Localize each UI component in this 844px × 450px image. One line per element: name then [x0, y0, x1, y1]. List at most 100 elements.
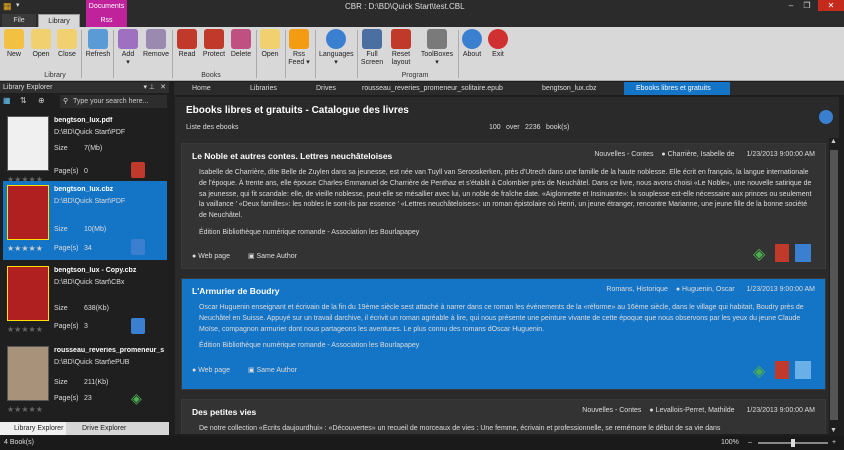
protect-button[interactable]: Protect	[201, 29, 227, 59]
toolboxes-button[interactable]: ToolBoxes ▾	[419, 29, 455, 67]
search-placeholder: Type your search here...	[73, 98, 149, 105]
close-panel-icon[interactable]: ✕	[160, 82, 166, 93]
list-item[interactable]: ★★★★★ rousseau_reveries_promeneur_s... D…	[3, 342, 167, 421]
read-book-icon	[177, 29, 197, 49]
tab-rss[interactable]: Rss	[86, 14, 127, 27]
protect-label: Protect	[202, 51, 226, 58]
separator	[458, 30, 459, 78]
tab-home[interactable]: Home	[180, 82, 238, 95]
book-author[interactable]: Levallois-Perret, Mathilde	[656, 407, 735, 414]
book-description: Oscar Huguenin enseignant et écrivain de…	[199, 303, 814, 352]
rss-icon	[289, 29, 309, 49]
new-button[interactable]: New	[4, 29, 24, 59]
book-card[interactable]: Le Noble et autres contes. Lettres neuch…	[181, 143, 826, 269]
zoom-slider-thumb[interactable]	[791, 439, 795, 447]
protect-book-icon	[204, 29, 224, 49]
list-item[interactable]: ★★★★★ bengtson_lux.cbz D:\BD\Quick Start…	[3, 181, 167, 260]
book-card[interactable]: L'Armurier de Boudry Romans, Historique …	[181, 278, 826, 390]
scroll-down-icon[interactable]: ▼	[830, 427, 837, 434]
folder-book-icon	[260, 29, 280, 49]
list-item[interactable]: ★★★★★ bengtson_lux.pdf D:\BD\Quick Start…	[3, 112, 167, 191]
globe-icon[interactable]	[819, 110, 833, 124]
add-button[interactable]: Add ▾	[117, 29, 139, 67]
item-size: 211(Kb)	[84, 379, 109, 386]
rss-feed-button[interactable]: Rss Feed ▾	[288, 29, 310, 67]
book-author[interactable]: Huguenin, Oscar	[682, 286, 735, 293]
pdf-thumbnail	[7, 116, 49, 171]
cbz-download-icon[interactable]	[795, 361, 811, 379]
library-explorer-title: Library Explorer	[3, 84, 53, 91]
item-name: rousseau_reveries_promeneur_s...	[54, 347, 164, 354]
maximize-button[interactable]: ❐	[794, 0, 820, 11]
tab-drives[interactable]: Drives	[304, 82, 346, 95]
book-card[interactable]: Des petites vies Nouvelles - Contes ● Le…	[181, 399, 826, 434]
read-button[interactable]: Read	[176, 29, 198, 59]
pdf-download-icon[interactable]	[775, 361, 789, 379]
languages-button[interactable]: Languages ▾	[319, 29, 354, 67]
globe-icon	[326, 29, 346, 49]
item-size: 10(Mb)	[84, 226, 107, 233]
rating-stars[interactable]: ★★★★★	[7, 244, 43, 253]
epub-download-icon[interactable]: ◈	[753, 361, 765, 381]
view-mode-icon[interactable]: ▦	[3, 96, 11, 105]
filter-icon[interactable]: ⊕	[38, 96, 45, 105]
tab-cbz[interactable]: bengtson_lux.cbz	[530, 82, 622, 95]
close-library-button[interactable]: Close	[56, 29, 78, 59]
quick-access-chevron-icon[interactable]: ▾	[16, 1, 20, 9]
zoom-out-icon[interactable]: –	[748, 439, 752, 446]
book-title: Des petites vies	[192, 407, 257, 417]
exit-button[interactable]: Exit	[487, 29, 509, 59]
reset-layout-button[interactable]: Reset layout	[388, 29, 414, 67]
close-window-button[interactable]: ✕	[818, 0, 844, 11]
catalog-scrollbar[interactable]: ▲ ▼	[829, 138, 839, 434]
scroll-up-icon[interactable]: ▲	[830, 138, 837, 145]
book-edition: Édition Bibliothèque numérique romande -…	[199, 342, 420, 350]
item-pages-label: Page(s)	[54, 168, 79, 175]
delete-label: Delete	[230, 51, 252, 58]
pdf-download-icon[interactable]	[775, 244, 789, 262]
full-screen-button[interactable]: Full Screen	[360, 29, 384, 67]
rating-stars[interactable]: ★★★★★	[7, 325, 43, 334]
delete-button[interactable]: Delete	[229, 29, 253, 59]
cbz-download-icon[interactable]	[795, 244, 811, 262]
tab-library[interactable]: Library	[38, 14, 80, 27]
epub-download-icon[interactable]: ◈	[753, 244, 765, 264]
tab-file[interactable]: File	[2, 14, 36, 27]
refresh-button[interactable]: Refresh	[84, 29, 112, 59]
open-book-button[interactable]: Open	[259, 29, 281, 59]
same-author-link[interactable]: ▣ Same Author	[248, 253, 305, 260]
zoom-slider[interactable]	[758, 439, 828, 447]
same-author-link[interactable]: ▣ Same Author	[248, 367, 305, 374]
book-date: 1/23/2013 9:00:00 AM	[746, 286, 816, 293]
web-page-link[interactable]: ● Web page	[192, 367, 238, 374]
zoom-level: 100%	[721, 439, 739, 446]
reset-layout-icon	[391, 29, 411, 49]
group-books-label: Books	[201, 72, 221, 79]
sort-icon[interactable]: ⇅	[20, 96, 27, 105]
scroll-thumb[interactable]	[830, 150, 838, 420]
app-icon[interactable]: ▦	[3, 1, 12, 12]
tab-epub[interactable]: rousseau_reveries_promeneur_solitaire.ep…	[350, 82, 530, 95]
tab-ebooks-catalog[interactable]: Ebooks libres et gratuits	[624, 82, 730, 95]
remove-button[interactable]: Remove	[142, 29, 170, 59]
search-input[interactable]: ⚲ Type your search here...	[60, 95, 167, 108]
search-icon: ⚲	[63, 98, 69, 105]
open-library-button[interactable]: Open	[29, 29, 53, 59]
rating-stars[interactable]: ★★★★★	[7, 405, 43, 414]
window-title: CBR : D:\BD\Quick Start\test.CBL	[345, 2, 465, 11]
book-author[interactable]: Charrière, Isabelle de	[668, 151, 735, 158]
catalog-title: Ebooks libres et gratuits - Catalogue de…	[186, 105, 409, 116]
book-links: ● Web page ▣ Same Author	[192, 366, 313, 374]
list-item[interactable]: ★★★★★ bengtson_lux - Copy.cbz D:\BD\Quic…	[3, 262, 167, 341]
zoom-in-icon[interactable]: +	[832, 439, 836, 446]
tab-library-explorer[interactable]: Library Explorer	[0, 422, 66, 435]
pin-icon[interactable]: ▾ ⊥	[143, 82, 155, 93]
group-library-label: Library	[44, 72, 66, 79]
web-page-link[interactable]: ● Web page	[192, 253, 238, 260]
folder-open-icon	[31, 29, 51, 49]
tab-libraries[interactable]: Libraries	[238, 82, 298, 95]
about-button[interactable]: About	[461, 29, 483, 59]
book-genre: Nouvelles - Contes	[594, 151, 654, 158]
separator	[256, 30, 257, 78]
tab-drive-explorer[interactable]: Drive Explorer	[68, 422, 130, 435]
